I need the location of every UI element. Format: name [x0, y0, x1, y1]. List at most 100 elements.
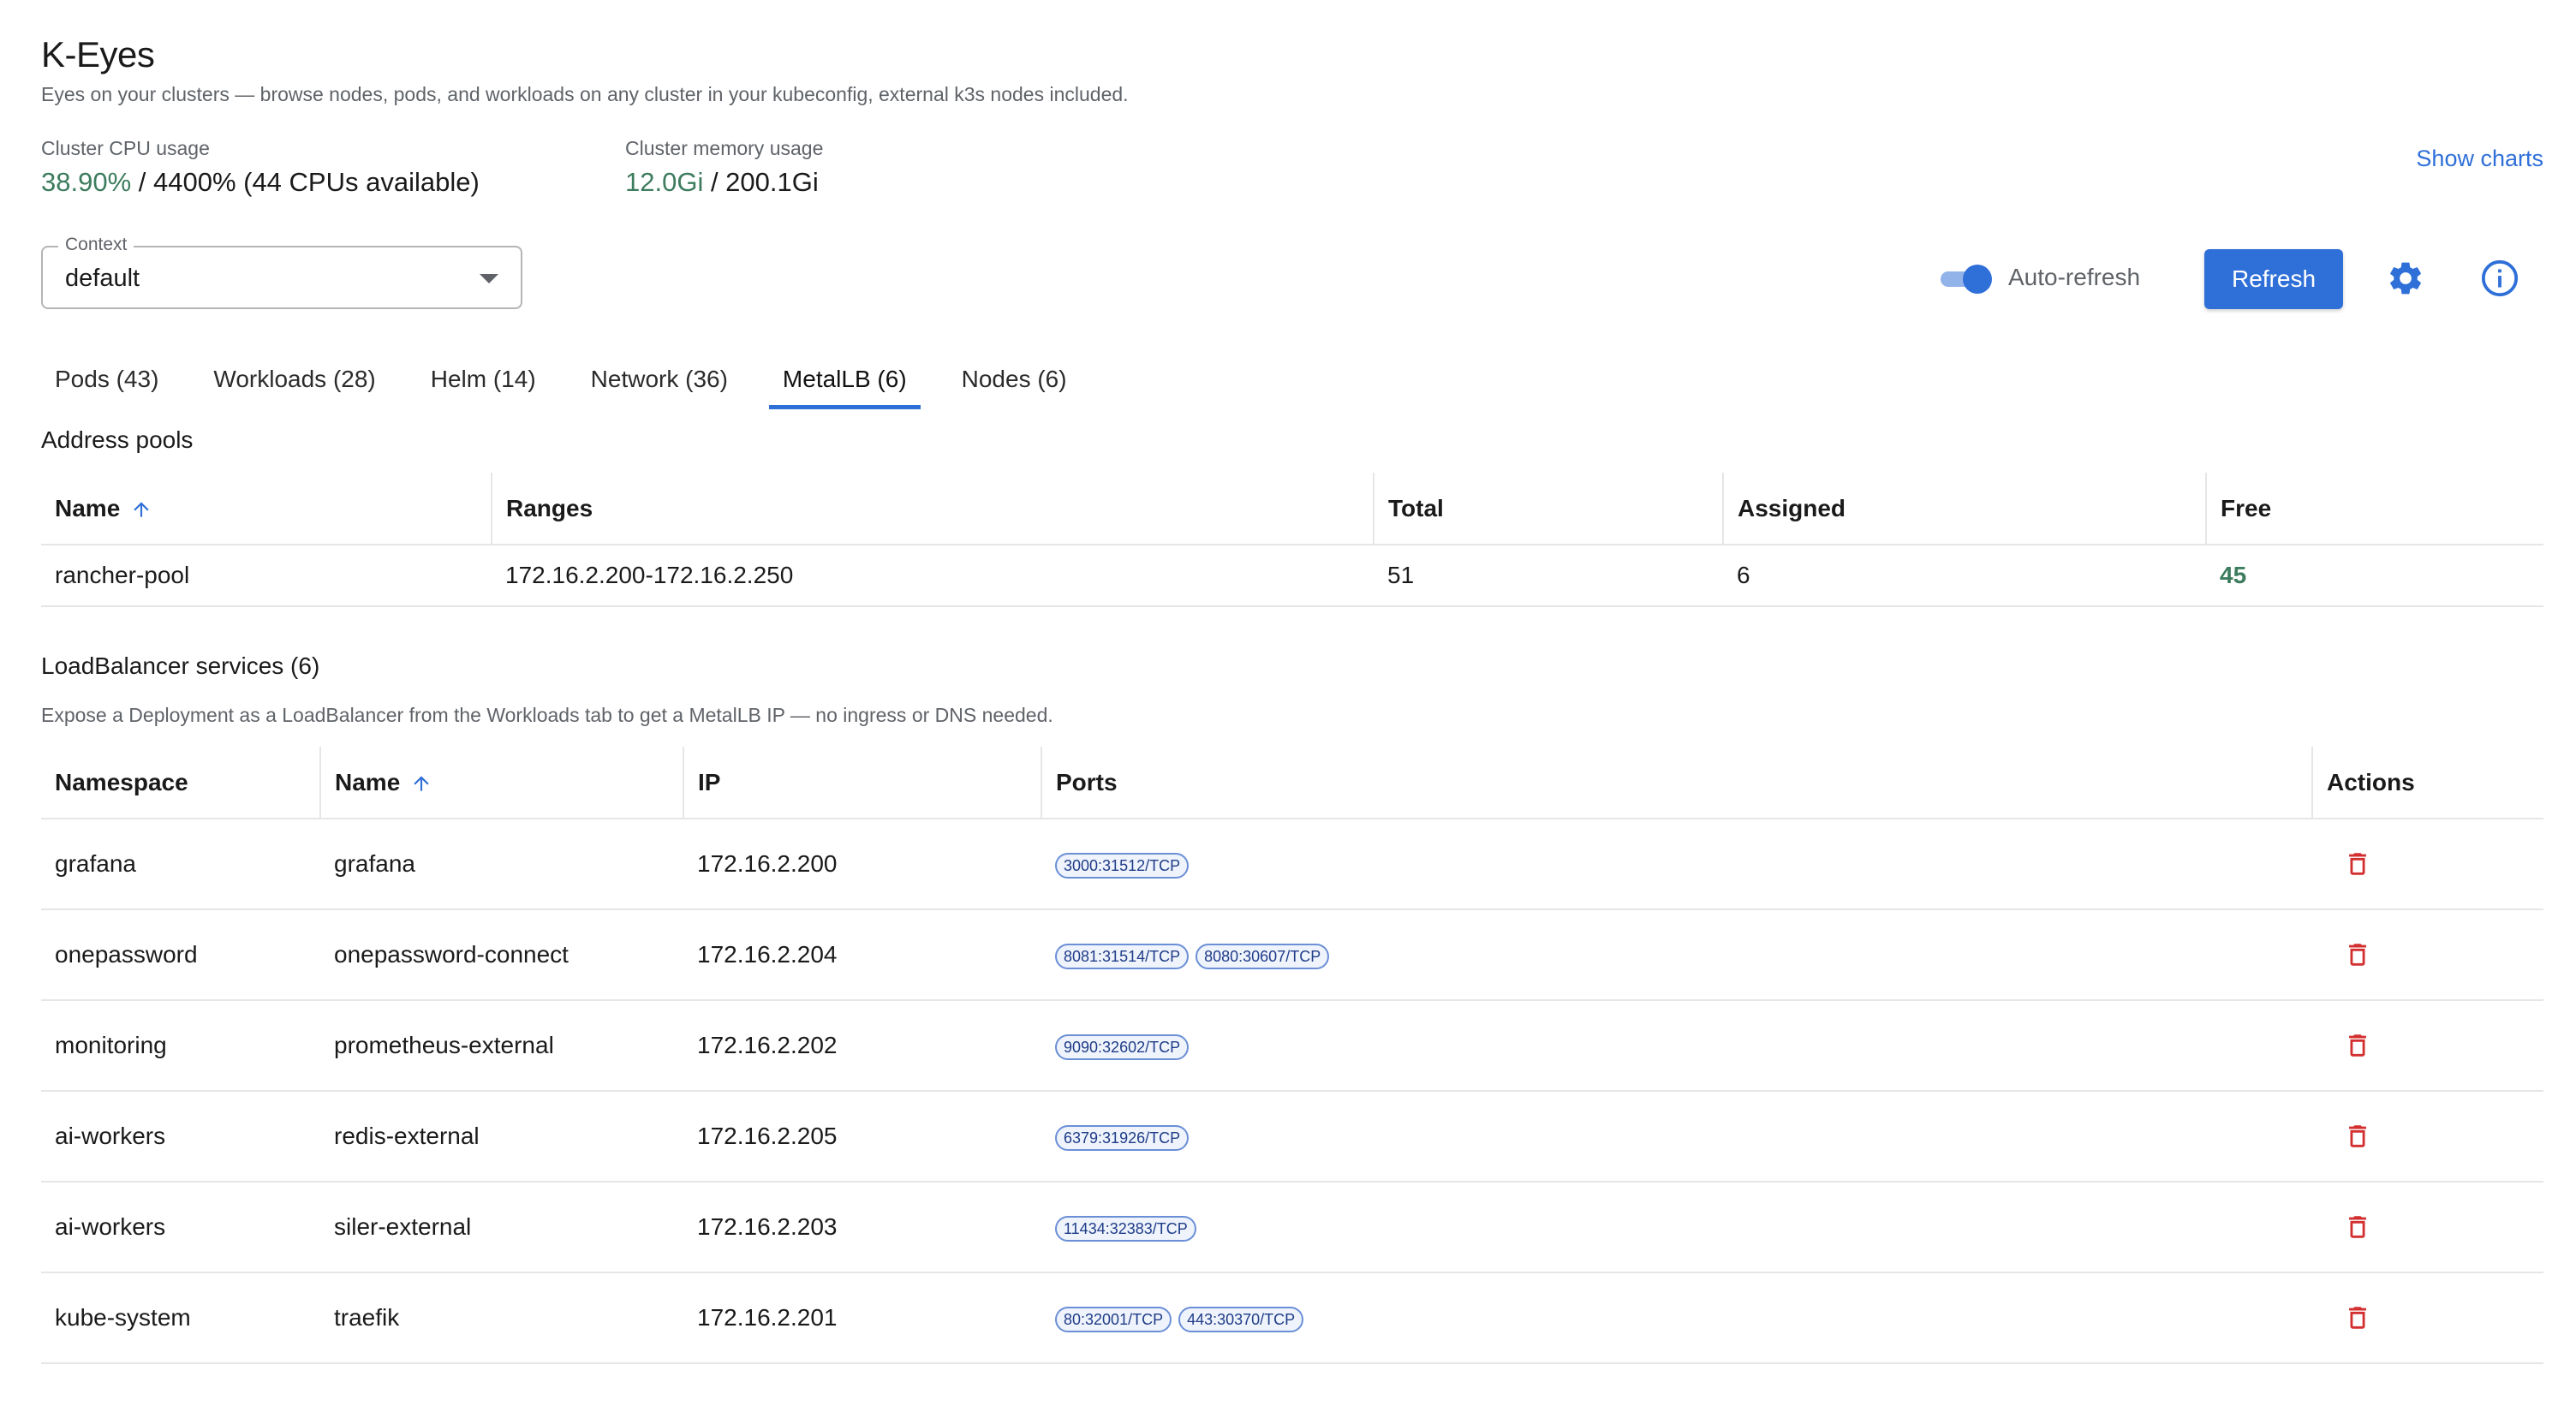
show-charts-link[interactable]: Show charts [2416, 146, 2543, 172]
service-ports: 3000:31512/TCP [1041, 819, 2312, 910]
cpu-usage-label: Cluster CPU usage [41, 137, 210, 159]
service-namespace: ai-workers [41, 1091, 320, 1183]
lb-services-title: LoadBalancer services (6) [41, 652, 320, 679]
port-chip: 3000:31512/TCP [1055, 853, 1190, 879]
tab-workloads[interactable]: Workloads (28) [200, 358, 389, 409]
lb-services-table: Namespace Name IP Ports Actions grafana g… [41, 747, 2543, 1364]
column-header-total[interactable]: Total [1373, 473, 1723, 545]
lb-services-note: Expose a Deployment as a LoadBalancer fr… [41, 704, 1053, 726]
service-ip: 172.16.2.204 [683, 909, 1041, 1001]
service-namespace: kube-system [41, 1272, 320, 1364]
column-header-actions: Actions [2311, 747, 2543, 819]
column-header-namespace[interactable]: Namespace [41, 747, 320, 819]
service-ports: 8081:31514/TCP 8080:30607/TCP [1041, 909, 2312, 1001]
pool-total: 51 [1374, 545, 1723, 607]
service-actions [2312, 1000, 2543, 1092]
table-header-row: Name Ranges Total Assigned Free [41, 473, 2543, 545]
delete-trash-icon[interactable] [2343, 1212, 2372, 1242]
service-ip: 172.16.2.205 [683, 1091, 1041, 1183]
service-ports: 9090:32602/TCP [1041, 1000, 2312, 1092]
service-ip: 172.16.2.202 [683, 1000, 1041, 1092]
service-namespace: grafana [41, 819, 320, 910]
port-chip: 8081:31514/TCP [1055, 944, 1190, 969]
dropdown-caret-icon [480, 274, 498, 283]
cpu-usage-value: 38.90% / 4400% (44 CPUs available) [41, 167, 480, 198]
tab-metallb[interactable]: MetalLB (6) [768, 358, 921, 409]
sort-ascending-icon [134, 502, 149, 517]
table-row: ai-workers siler-external 172.16.2.203 1143… [41, 1182, 2543, 1273]
service-name: onepassword-connect [320, 909, 683, 1001]
delete-trash-icon[interactable] [2343, 849, 2372, 879]
service-ip: 172.16.2.200 [683, 819, 1041, 910]
service-actions [2312, 909, 2543, 1001]
auto-refresh-label: Auto-refresh [2008, 264, 2141, 290]
service-ip: 172.16.2.203 [683, 1182, 1041, 1273]
context-select[interactable]: Context default [41, 235, 522, 309]
service-actions [2312, 1272, 2543, 1364]
service-name: redis-external [320, 1091, 683, 1183]
address-pools-table: Name Ranges Total Assigned Free rancher-… [41, 473, 2543, 607]
service-ports: 6379:31926/TCP [1041, 1091, 2312, 1183]
column-header-free[interactable]: Free [2205, 473, 2543, 545]
pool-name: rancher-pool [41, 545, 492, 607]
sort-ascending-icon [414, 776, 429, 791]
service-name: siler-external [320, 1182, 683, 1273]
delete-trash-icon[interactable] [2343, 940, 2372, 969]
tab-pods[interactable]: Pods (43) [41, 358, 172, 409]
pool-assigned: 6 [1723, 545, 2206, 607]
cpu-usage: Cluster CPU usage 38.90% / 4400% (44 CPU… [41, 137, 480, 198]
delete-trash-icon[interactable] [2343, 1303, 2372, 1332]
table-header-row: Namespace Name IP Ports Actions [41, 747, 2543, 819]
service-actions [2312, 819, 2543, 910]
port-chip: 80:32001/TCP [1055, 1307, 1172, 1332]
column-header-ports[interactable]: Ports [1041, 747, 2312, 819]
port-chip: 11434:32383/TCP [1055, 1216, 1196, 1242]
cpu-used-value: 38.90% [41, 167, 132, 197]
column-header-name[interactable]: Name [319, 747, 683, 819]
auto-refresh-toggle[interactable] [1937, 263, 1992, 294]
service-namespace: monitoring [41, 1000, 320, 1092]
service-actions [2312, 1091, 2543, 1183]
app-title: K-Eyes [41, 34, 155, 74]
tab-helm[interactable]: Helm (14) [417, 358, 550, 409]
service-namespace: ai-workers [41, 1182, 320, 1273]
delete-trash-icon[interactable] [2343, 1122, 2372, 1151]
column-header-assigned[interactable]: Assigned [1722, 473, 2206, 545]
service-name: prometheus-external [320, 1000, 683, 1092]
memory-total-value: / 200.1Gi [703, 167, 819, 197]
memory-usage-value: 12.0Gi / 200.1Gi [625, 167, 823, 198]
service-name: traefik [320, 1272, 683, 1364]
pool-free: 45 [2206, 545, 2543, 607]
column-header-ranges[interactable]: Ranges [491, 473, 1374, 545]
memory-usage: Cluster memory usage 12.0Gi / 200.1Gi [625, 137, 823, 198]
cpu-total-value: / 4400% (44 CPUs available) [131, 167, 480, 197]
table-row: rancher-pool 172.16.2.200-172.16.2.250 5… [41, 545, 2543, 607]
column-header-ip[interactable]: IP [683, 747, 1041, 819]
tab-nodes[interactable]: Nodes (6) [948, 358, 1081, 409]
context-value: default [65, 265, 140, 292]
table-row: grafana grafana 172.16.2.200 3000:31512/TCP [41, 819, 2543, 910]
pool-ranges: 172.16.2.200-172.16.2.250 [492, 545, 1374, 607]
settings-gear-icon[interactable] [2386, 259, 2425, 298]
address-pools-title: Address pools [41, 426, 194, 453]
service-ports: 11434:32383/TCP [1041, 1182, 2312, 1273]
app-subtitle: Eyes on your clusters — browse nodes, po… [41, 83, 1129, 105]
table-row: ai-workers redis-external 172.16.2.205 6379… [41, 1091, 2543, 1183]
delete-trash-icon[interactable] [2343, 1031, 2372, 1060]
service-ports: 80:32001/TCP 443:30370/TCP [1041, 1272, 2312, 1364]
tab-network[interactable]: Network (36) [577, 358, 742, 409]
service-namespace: onepassword [41, 909, 320, 1001]
info-icon[interactable] [2480, 259, 2519, 298]
service-actions [2312, 1182, 2543, 1273]
memory-usage-label: Cluster memory usage [625, 137, 824, 159]
service-ip: 172.16.2.201 [683, 1272, 1041, 1364]
port-chip: 6379:31926/TCP [1055, 1125, 1190, 1151]
port-chip: 8080:30607/TCP [1196, 944, 1330, 969]
table-row: monitoring prometheus-external 172.16.2.20… [41, 1000, 2543, 1092]
port-chip: 9090:32602/TCP [1055, 1034, 1190, 1060]
tab-bar: Pods (43) Workloads (28) Helm (14) Netwo… [41, 358, 1108, 409]
column-header-name[interactable]: Name [41, 473, 492, 545]
table-row: kube-system traefik 172.16.2.201 80:32001/T… [41, 1272, 2543, 1364]
refresh-button[interactable]: Refresh [2204, 249, 2343, 309]
memory-used-value: 12.0Gi [625, 167, 704, 197]
